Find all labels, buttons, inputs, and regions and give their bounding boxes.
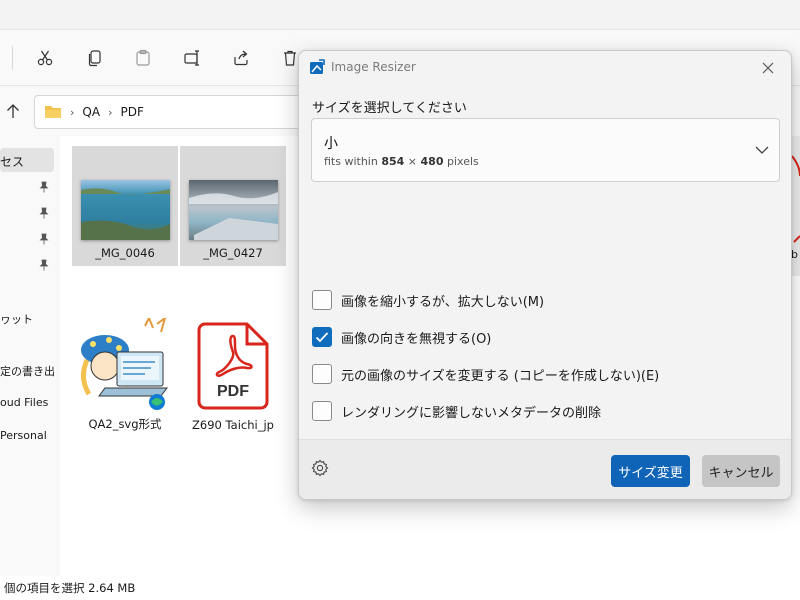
file-item[interactable]: _MG_0046 bbox=[72, 146, 178, 266]
photo-thumbnail bbox=[80, 180, 170, 240]
breadcrumb-chevron-icon: › bbox=[70, 105, 75, 119]
size-times: × bbox=[404, 155, 421, 168]
pin-icon bbox=[39, 207, 49, 219]
size-option-name: 小 bbox=[324, 136, 338, 152]
file-name: _MG_0046 bbox=[95, 246, 155, 260]
close-icon bbox=[762, 62, 774, 74]
checkbox-unchecked[interactable] bbox=[312, 290, 332, 310]
rename-icon bbox=[184, 50, 199, 66]
file-item[interactable]: PDF Z690 Taichi_jp bbox=[180, 322, 286, 438]
size-width: 854 bbox=[381, 155, 405, 168]
up-button[interactable] bbox=[4, 100, 22, 122]
size-dropdown[interactable]: 小 fits within 854 × 480 pixels bbox=[311, 118, 780, 182]
pdf-label: PDF bbox=[217, 383, 249, 400]
breadcrumb-item[interactable]: QA bbox=[82, 105, 100, 119]
checkbox-unchecked[interactable] bbox=[312, 364, 332, 384]
image-resizer-app-icon bbox=[310, 59, 325, 74]
navigation-pane bbox=[0, 136, 60, 576]
file-item[interactable]: QA2_svg形式 bbox=[72, 318, 178, 438]
scissors-icon bbox=[37, 50, 53, 66]
toolbar-separator bbox=[12, 46, 13, 70]
trash-icon bbox=[284, 50, 296, 66]
partial-file-name: b bbox=[791, 248, 798, 261]
cancel-button[interactable]: キャンセル bbox=[702, 455, 780, 487]
gear-icon[interactable] bbox=[311, 459, 329, 477]
breadcrumb-chevron-icon: › bbox=[108, 105, 113, 119]
option-replace-original[interactable]: 元の画像のサイズを変更する (コピーを作成しない)(E) bbox=[312, 364, 659, 384]
explorer-tab-strip bbox=[0, 0, 800, 30]
pdf-icon: PDF bbox=[197, 322, 269, 410]
pin-icon bbox=[39, 181, 49, 193]
file-name: Z690 Taichi_jp bbox=[192, 418, 274, 432]
pin-icon bbox=[39, 259, 49, 271]
nav-item[interactable]: Personal bbox=[0, 429, 47, 442]
share-button[interactable] bbox=[227, 44, 255, 72]
address-bar[interactable]: › QA › PDF bbox=[34, 95, 314, 129]
arrow-up-icon bbox=[7, 104, 19, 118]
nav-item-selected[interactable]: セス bbox=[0, 148, 54, 172]
folder-icon bbox=[45, 106, 61, 118]
checkbox-unchecked[interactable] bbox=[312, 401, 332, 421]
option-label: 画像を縮小するが、拡大しない(M) bbox=[341, 294, 545, 310]
size-desc-prefix: fits within bbox=[324, 155, 382, 168]
share-icon bbox=[234, 50, 248, 66]
option-shrink-only[interactable]: 画像を縮小するが、拡大しない(M) bbox=[312, 290, 544, 310]
option-remove-metadata[interactable]: レンダリングに影響しないメタデータの削除 bbox=[312, 401, 601, 421]
nav-item[interactable]: ヮット bbox=[0, 311, 33, 327]
paste-button[interactable] bbox=[129, 44, 157, 72]
size-select-label: サイズを選択してください bbox=[312, 101, 467, 116]
status-bar: 個の項目を選択 2.64 MB bbox=[4, 581, 136, 595]
size-height: 480 bbox=[420, 155, 444, 168]
option-label: 元の画像のサイズを変更する (コピーを作成しない)(E) bbox=[341, 368, 660, 384]
resize-button[interactable]: サイズ変更 bbox=[611, 455, 690, 487]
option-ignore-orientation[interactable]: 画像の向きを無視する(O) bbox=[312, 327, 491, 347]
rename-button[interactable] bbox=[178, 44, 206, 72]
nav-item[interactable]: 定の書き出 bbox=[0, 363, 55, 379]
checkbox-checked[interactable] bbox=[312, 327, 332, 347]
nav-item-label: セス bbox=[0, 155, 25, 169]
file-name: QA2_svg形式 bbox=[88, 417, 162, 431]
paste-icon bbox=[136, 49, 150, 66]
copy-icon bbox=[88, 50, 101, 67]
checkmark-icon bbox=[315, 332, 329, 343]
size-unit: pixels bbox=[443, 155, 479, 168]
size-option-description: fits within 854 × 480 pixels bbox=[324, 155, 479, 168]
cut-button[interactable] bbox=[31, 44, 59, 72]
copy-button[interactable] bbox=[81, 44, 109, 72]
photo-thumbnail bbox=[188, 180, 278, 240]
dialog-title: Image Resizer bbox=[331, 60, 416, 74]
chevron-down-icon bbox=[755, 146, 769, 154]
breadcrumb-item[interactable]: PDF bbox=[120, 105, 143, 119]
file-name: _MG_0427 bbox=[203, 246, 263, 260]
image-resizer-dialog: Image Resizer サイズを選択してください 小 fits within… bbox=[298, 50, 792, 500]
close-button[interactable] bbox=[757, 57, 779, 79]
dialog-footer: サイズ変更 キャンセル bbox=[299, 439, 791, 499]
option-label: 画像の向きを無視する(O) bbox=[341, 331, 492, 347]
illustration-thumbnail bbox=[81, 318, 168, 410]
nav-item[interactable]: oud Files bbox=[0, 396, 48, 409]
file-item[interactable]: _MG_0427 bbox=[180, 146, 286, 266]
pin-icon bbox=[39, 233, 49, 245]
option-label: レンダリングに影響しないメタデータの削除 bbox=[341, 405, 602, 421]
